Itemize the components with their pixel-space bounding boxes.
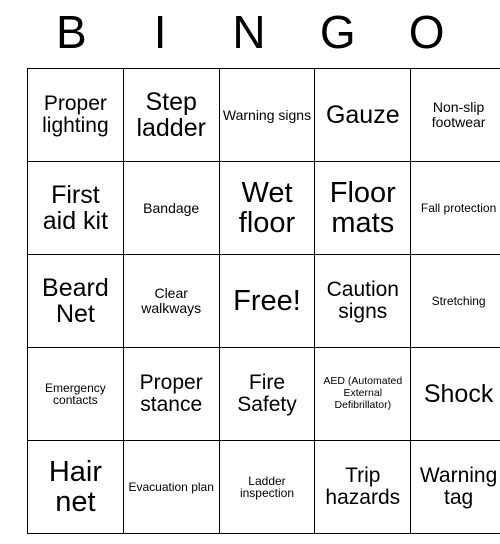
bingo-row-5: Hair net Evacuation plan Ladder inspecti… <box>27 440 500 534</box>
bingo-cell-g3[interactable]: Caution signs <box>314 254 412 348</box>
bingo-cell-o2[interactable]: Fall protection <box>410 161 500 255</box>
free-space-label: Free! <box>233 284 301 317</box>
bingo-cell-label: Fire Safety <box>237 371 297 416</box>
bingo-header-letter-n: N <box>232 6 266 58</box>
bingo-cell-label: Warning tag <box>419 464 498 509</box>
bingo-cell-label: Gauze <box>325 101 400 129</box>
bingo-cell-g5[interactable]: Trip hazards <box>314 440 412 534</box>
bingo-cell-label: Emergency contacts <box>45 380 106 407</box>
bingo-header-letter-g: G <box>319 6 356 58</box>
bingo-row-1: Proper lighting Step ladder Warning sign… <box>27 68 500 162</box>
bingo-cell-i1[interactable]: Step ladder <box>122 68 220 162</box>
bingo-cell-label: Step ladder <box>136 88 206 142</box>
bingo-cell-label: Beard Net <box>42 274 109 328</box>
bingo-card: B I N G O Proper lighting Step ladder Wa… <box>27 0 500 534</box>
bingo-header-letter-o: O <box>408 6 445 58</box>
bingo-cell-label: Wet floor <box>238 176 296 239</box>
bingo-cell-label: AED (Automated External Defibrillator) <box>323 375 403 411</box>
bingo-cell-label: Floor mats <box>329 176 396 239</box>
bingo-cell-o3[interactable]: Stretching <box>410 254 500 348</box>
bingo-cell-i2[interactable]: Bandage <box>122 161 220 255</box>
bingo-cell-g2[interactable]: Floor mats <box>314 161 412 255</box>
bingo-cell-label: Proper stance <box>139 371 203 416</box>
bingo-grid: Proper lighting Step ladder Warning sign… <box>27 68 500 534</box>
bingo-cell-b1[interactable]: Proper lighting <box>27 68 124 162</box>
bingo-cell-n4[interactable]: Fire Safety <box>218 347 316 441</box>
bingo-cell-label: Non-slip footwear <box>431 99 486 130</box>
bingo-cell-label: Clear walkways <box>141 285 202 316</box>
bingo-cell-o1[interactable]: Non-slip footwear <box>410 68 500 162</box>
bingo-cell-label: Ladder inspection <box>239 473 295 500</box>
bingo-cell-label: Hair net <box>48 455 102 518</box>
bingo-cell-g4[interactable]: AED (Automated External Defibrillator) <box>314 347 412 441</box>
bingo-header-letter-b: B <box>56 6 87 58</box>
bingo-cell-label: Trip hazards <box>325 464 401 509</box>
bingo-row-4: Emergency contacts Proper stance Fire Sa… <box>27 347 500 441</box>
bingo-cell-n5[interactable]: Ladder inspection <box>218 440 316 534</box>
bingo-cell-b4[interactable]: Emergency contacts <box>27 347 124 441</box>
bingo-cell-label: First aid kit <box>42 181 109 235</box>
bingo-header-letter-i: I <box>153 6 167 58</box>
bingo-cell-i3[interactable]: Clear walkways <box>122 254 220 348</box>
bingo-cell-g1[interactable]: Gauze <box>314 68 412 162</box>
bingo-cell-label: Stretching <box>431 293 486 308</box>
bingo-row-2: First aid kit Bandage Wet floor Floor ma… <box>27 161 500 255</box>
bingo-cell-o4[interactable]: Shock <box>410 347 500 441</box>
bingo-cell-o5[interactable]: Warning tag <box>410 440 500 534</box>
bingo-row-3: Beard Net Clear walkways Free! Caution s… <box>27 254 500 348</box>
bingo-cell-n1[interactable]: Warning signs <box>218 68 316 162</box>
bingo-header-row: B I N G O <box>27 0 471 68</box>
bingo-cell-label: Shock <box>423 380 494 408</box>
bingo-cell-label: Proper lighting <box>42 92 109 137</box>
bingo-cell-b5[interactable]: Hair net <box>27 440 124 534</box>
bingo-cell-i4[interactable]: Proper stance <box>122 347 220 441</box>
bingo-cell-b3[interactable]: Beard Net <box>27 254 124 348</box>
bingo-cell-b2[interactable]: First aid kit <box>27 161 124 255</box>
bingo-cell-label: Evacuation plan <box>128 479 214 494</box>
bingo-cell-free-space[interactable]: Free! <box>218 254 316 348</box>
bingo-cell-label: Fall protection <box>420 200 497 215</box>
bingo-cell-label: Caution signs <box>326 278 399 323</box>
bingo-cell-label: Warning signs <box>222 106 312 123</box>
bingo-cell-i5[interactable]: Evacuation plan <box>122 440 220 534</box>
bingo-cell-label: Bandage <box>143 199 200 216</box>
bingo-cell-n2[interactable]: Wet floor <box>218 161 316 255</box>
bingo-grid-body: Proper lighting Step ladder Warning sign… <box>27 68 500 534</box>
